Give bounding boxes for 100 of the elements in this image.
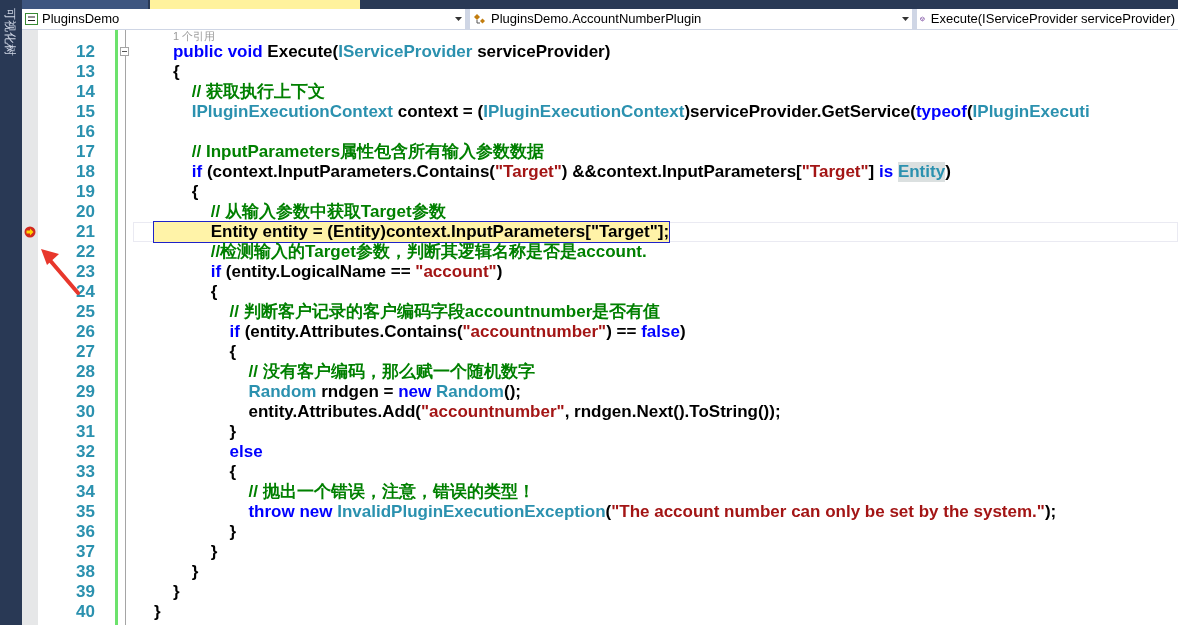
- line-number: 29: [76, 382, 95, 402]
- line-number: 15: [76, 102, 95, 122]
- line-number: 40: [76, 602, 95, 622]
- code-token: if: [190, 162, 203, 182]
- code-token: Random: [436, 382, 504, 402]
- code-comment: // 获取执行上下文: [190, 82, 325, 102]
- document-tab[interactable]: [150, 0, 360, 9]
- line-number: 36: [76, 522, 95, 542]
- line-number: 21: [76, 222, 95, 242]
- code-token: (: [605, 502, 612, 522]
- code-token: }: [209, 542, 218, 562]
- line-number: 38: [76, 562, 95, 582]
- code-token: , rndgen.Next().ToString());: [564, 402, 781, 422]
- line-number: 27: [76, 342, 95, 362]
- code-token: public void: [171, 42, 263, 62]
- project-name: PluginsDemo: [42, 10, 121, 29]
- code-token: ) &&context.InputParameters[: [561, 162, 802, 182]
- code-token: )serviceProvider.GetService(: [684, 102, 916, 122]
- code-token: }: [190, 562, 199, 582]
- code-token: "account": [415, 262, 497, 282]
- code-token: "The account number can only be set by the system.": [611, 502, 1045, 522]
- class-dropdown[interactable]: PluginsDemo.AccountNumberPlugin: [470, 9, 912, 29]
- code-token: ): [679, 322, 686, 342]
- code-token: {: [228, 342, 237, 362]
- class-name: PluginsDemo.AccountNumberPlugin: [491, 10, 703, 29]
- code-token: false: [641, 322, 680, 342]
- code-comment: // 从输入参数中获取Target参数: [209, 202, 446, 222]
- code-token: (entity.Attributes.Contains(: [243, 322, 463, 342]
- code-token: rndgen =: [320, 382, 395, 402]
- code-token: (context.InputParameters.Contains(: [205, 162, 495, 182]
- code-comment: // 抛出一个错误，注意，错误的类型！: [247, 482, 535, 502]
- code-token: ): [496, 262, 503, 282]
- dropdown-caret-icon: [902, 17, 909, 21]
- code-token: InvalidPluginExecutionException: [337, 502, 606, 522]
- line-number: 28: [76, 362, 95, 382]
- code-token: );: [1044, 502, 1057, 522]
- line-number: 18: [76, 162, 95, 182]
- code-token: "Target": [590, 222, 658, 241]
- code-token: Entity entity = (Entity)context.InputParameters[: [209, 222, 591, 241]
- code-token: }: [228, 422, 237, 442]
- line-number: 22: [76, 242, 95, 262]
- line-number: 14: [76, 82, 95, 102]
- code-token: IPluginExecutionContext: [483, 102, 685, 122]
- line-number: 16: [76, 122, 95, 142]
- code-token: (: [966, 102, 973, 122]
- code-comment: // InputParameters属性包含所有输入参数数据: [190, 142, 545, 162]
- line-number: 30: [76, 402, 95, 422]
- code-token: {: [228, 462, 237, 482]
- code-token: IServiceProvider: [338, 42, 473, 62]
- code-token: {: [171, 62, 180, 82]
- code-token: IPluginExecuti: [972, 102, 1090, 122]
- code-comment: // 没有客户编码，那么赋一个随机数字: [247, 362, 535, 382]
- code-token: ): [945, 162, 951, 182]
- line-number: 19: [76, 182, 95, 202]
- code-token: Entity: [897, 162, 946, 182]
- code-token: new: [398, 382, 433, 402]
- code-token: "Target": [495, 162, 562, 182]
- line-number: 39: [76, 582, 95, 602]
- code-token: typeof: [915, 102, 967, 122]
- code-token: entity.Attributes.Add(: [247, 402, 421, 422]
- code-token: {: [209, 282, 218, 302]
- code-token: ]: [868, 162, 876, 182]
- line-number: 32: [76, 442, 95, 462]
- line-number: 35: [76, 502, 95, 522]
- code-token: if: [209, 262, 222, 282]
- code-token: Execute(: [266, 42, 339, 62]
- line-number: 34: [76, 482, 95, 502]
- side-panel-title[interactable]: 可视化树: [1, 8, 19, 56]
- line-number: 23: [76, 262, 95, 282]
- csharp-project-icon: [25, 13, 38, 25]
- document-tab[interactable]: [22, 0, 148, 9]
- code-token: "Target": [801, 162, 869, 182]
- line-number: 12: [76, 42, 95, 62]
- collapse-icon[interactable]: [120, 47, 129, 56]
- code-comment: // 判断客户记录的客户编码字段accountnumber是否有值: [228, 302, 661, 322]
- line-number: 26: [76, 322, 95, 342]
- code-comment: //检测输入的Target参数，判断其逻辑名称是否是account.: [209, 242, 647, 262]
- code-token: }: [171, 582, 180, 602]
- code-token: }: [228, 522, 237, 542]
- line-number: 25: [76, 302, 95, 322]
- class-icon: [473, 13, 487, 25]
- method-cube-icon: [920, 13, 925, 25]
- code-token: "accountnumber": [462, 322, 607, 342]
- line-number: 33: [76, 462, 95, 482]
- code-token: IPluginExecutionContext: [190, 102, 393, 122]
- code-token: "accountnumber": [421, 402, 565, 422]
- line-number: 24: [76, 282, 95, 302]
- code-token: serviceProvider): [476, 42, 611, 62]
- line-number: 17: [76, 142, 95, 162]
- code-token: if: [228, 322, 240, 342]
- dropdown-caret-icon: [455, 17, 462, 21]
- code-token: else: [228, 442, 263, 462]
- project-dropdown[interactable]: PluginsDemo: [22, 9, 465, 29]
- code-token: ];: [657, 222, 670, 241]
- line-number: 20: [76, 202, 95, 222]
- code-token: Random: [247, 382, 317, 402]
- code-token: {: [190, 182, 199, 202]
- code-token: context = (: [396, 102, 484, 122]
- code-token: is: [879, 162, 895, 182]
- code-token: (entity.LogicalName ==: [224, 262, 412, 282]
